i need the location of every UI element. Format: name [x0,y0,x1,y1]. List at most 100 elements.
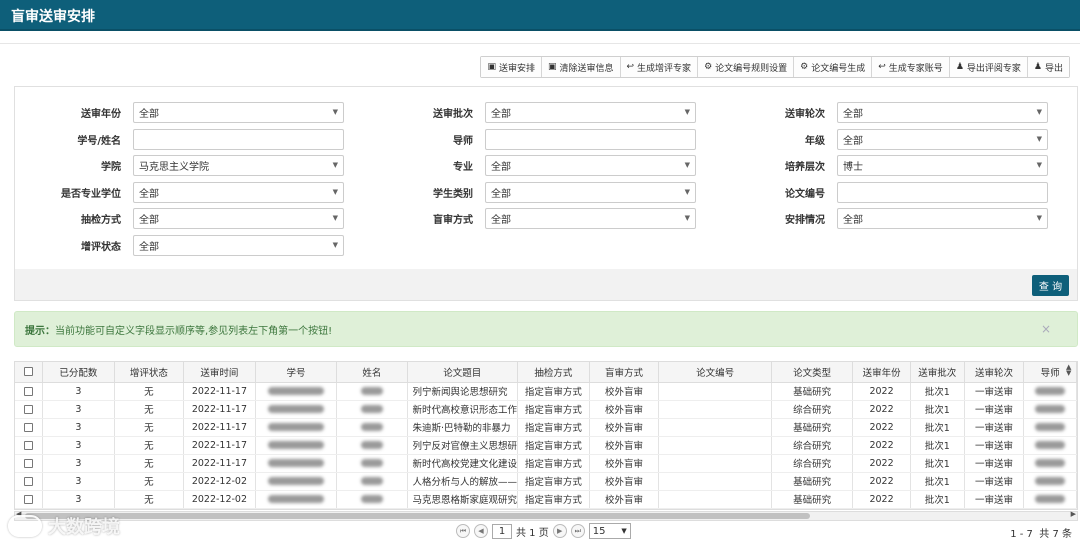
page-number-input[interactable]: 1 [492,523,512,539]
table-cell: 指定盲审方式 [517,418,590,437]
row-checkbox-cell[interactable] [15,418,44,437]
row-checkbox-cell[interactable] [15,436,44,455]
column-header[interactable]: 姓名 [336,362,408,383]
table-cell [336,418,408,437]
column-header[interactable]: 论文编号 [658,362,772,383]
row-checkbox[interactable] [24,440,34,450]
export-reviewers-button[interactable]: ♟ 导出评阅专家 [949,57,1028,77]
last-page-icon[interactable]: ⏭ [570,524,585,538]
column-header[interactable]: 增评状态 [114,362,185,383]
professional-degree-select[interactable]: 全部 ▼ [133,181,344,203]
arrangement-select[interactable]: 全部 ▼ [837,207,1048,229]
table-cell [1023,382,1077,401]
generate-thesis-number-button[interactable]: ⚙ 论文编号生成 [794,57,873,77]
row-checkbox[interactable] [24,494,34,504]
blind-method-select[interactable]: 全部 ▼ [485,207,696,229]
table-cell: 校外盲审 [589,454,660,473]
thesis-no-input[interactable] [837,181,1048,203]
table-cell: 2022-12-02 [183,472,256,491]
row-checkbox-cell[interactable] [15,400,44,419]
major-select[interactable]: 全部 ▼ [485,154,696,176]
sampling-select[interactable]: 全部 ▼ [133,207,344,229]
watermark-text: 大数跨境 [48,517,120,538]
close-icon[interactable]: × [1041,322,1051,336]
column-header[interactable]: 送审批次 [910,362,965,383]
row-checkbox-cell[interactable] [15,490,44,509]
table-cell: 2022 [852,490,911,509]
column-header[interactable]: 送审时间 [183,362,256,383]
student-id-name-input[interactable] [133,128,344,150]
thesis-number-rule-settings-button[interactable]: ⚙ 论文编号规则设置 [698,57,795,77]
generate-extra-experts-button[interactable]: ↩ 生成增评专家 [620,57,699,77]
first-page-icon[interactable]: ⏮ [456,524,470,538]
clear-review-info-button[interactable]: ▣ 清除送审信息 [541,57,621,77]
redacted-value [360,477,383,485]
table-row[interactable]: 3 无 2022-11-17 列宁反对官僚主义思想研 指定盲审方式 校外盲审 综合研究 202… [15,436,1077,455]
column-header[interactable]: 学号 [255,362,338,383]
page-size-select[interactable]: 15 ▼ [588,523,631,539]
advisor-input[interactable] [485,128,696,150]
college-select[interactable]: 马克思主义学院 ▼ [133,154,344,176]
row-checkbox[interactable] [24,404,34,414]
table-cell: 批次1 [910,400,965,419]
table-cell [255,400,338,419]
column-header[interactable]: 论文题目 [407,362,519,383]
table-cell: 无 [114,382,185,401]
redacted-value [268,459,325,467]
prev-page-icon[interactable]: ◀ [474,524,488,538]
query-button[interactable]: 查 询 [1032,275,1069,296]
gear-icon: ⚙ [800,62,809,72]
review-batch-select[interactable]: 全部 ▼ [485,101,696,123]
table-row[interactable]: 3 无 2022-12-02 人格分析与人的解放—— 指定盲审方式 校外盲审 基础研究 202… [15,472,1077,491]
scroll-right-icon[interactable]: ▶ [1071,510,1076,518]
table-cell: 校外盲审 [589,436,660,455]
column-header[interactable]: 已分配数 [42,362,115,383]
college-label: 学院 [101,161,121,173]
review-round-select[interactable]: 全部 ▼ [837,101,1048,123]
row-checkbox-cell[interactable] [15,472,44,491]
select-all-checkbox-cell[interactable] [15,362,44,383]
review-year-select[interactable]: 全部 ▼ [133,101,344,123]
column-header[interactable]: 盲审方式 [589,362,660,383]
title-bar: 盲审送审安排 [0,0,1080,31]
table-cell: 无 [114,472,185,491]
table-row[interactable]: 3 无 2022-11-17 朱迪斯·巴特勒的非暴力 指定盲审方式 校外盲审 基础研究 202… [15,418,1077,437]
level-select[interactable]: 博士 ▼ [837,154,1048,176]
student-type-select[interactable]: 全部 ▼ [485,181,696,203]
generate-expert-accounts-button[interactable]: ↩ 生成专家账号 [872,57,950,77]
table-row[interactable]: 3 无 2022-11-17 新时代高校党建文化建设 指定盲审方式 校外盲审 综合研究 202… [15,454,1077,473]
row-checkbox[interactable] [24,476,34,486]
table-row[interactable]: 3 无 2022-11-17 新时代高校意识形态工作 指定盲审方式 校外盲审 综合研究 202… [15,400,1077,419]
redacted-value [268,405,325,413]
row-checkbox-cell[interactable] [15,454,44,473]
table-cell [255,436,338,455]
table-row[interactable]: 3 无 2022-12-02 马克思恩格斯家庭观研究 指定盲审方式 校外盲审 基础研究 202… [15,490,1077,509]
redacted-value [1035,423,1066,431]
column-header[interactable]: 论文类型 [771,362,854,383]
table-cell [255,472,338,491]
redacted-value [360,459,383,467]
table-cell: 校外盲审 [589,418,660,437]
column-header[interactable]: 抽检方式 [517,362,590,383]
blind-method-label: 盲审方式 [433,214,473,226]
caret-down-icon: ▼ [332,241,338,249]
select-all-checkbox[interactable] [24,367,34,377]
export-button[interactable]: ♟ 导出 [1027,57,1069,77]
hint-alert: 提示： 当前功能可自定义字段显示顺序等,参见列表左下角第一个按钮! × [14,311,1078,347]
row-checkbox[interactable] [24,458,34,468]
horizontal-scrollbar[interactable]: ◀ ▶ [14,510,1078,521]
grade-select[interactable]: 全部 ▼ [837,128,1048,150]
scrollbar-thumb[interactable] [25,513,810,519]
extra-review-select[interactable]: 全部 ▼ [133,234,344,256]
table-row[interactable]: 3 无 2022-11-17 列宁新闻舆论思想研究 指定盲审方式 校外盲审 基础研究 2022… [15,382,1077,401]
vertical-scroll-arrows[interactable]: ▲ ▼ [1066,364,1071,377]
next-page-icon[interactable]: ▶ [552,524,567,538]
column-header[interactable]: 送审轮次 [964,362,1025,383]
arrange-review-button[interactable]: ▣ 送审安排 [481,57,542,77]
table-cell [1023,490,1077,509]
row-checkbox[interactable] [24,422,34,432]
results-table: 已分配数 增评状态 送审时间 学号 姓名 论文题目 抽检方式 盲审方式 论文编号… [15,362,1077,509]
column-header[interactable]: 送审年份 [852,362,911,383]
row-checkbox[interactable] [24,386,34,396]
row-checkbox-cell[interactable] [15,382,44,401]
